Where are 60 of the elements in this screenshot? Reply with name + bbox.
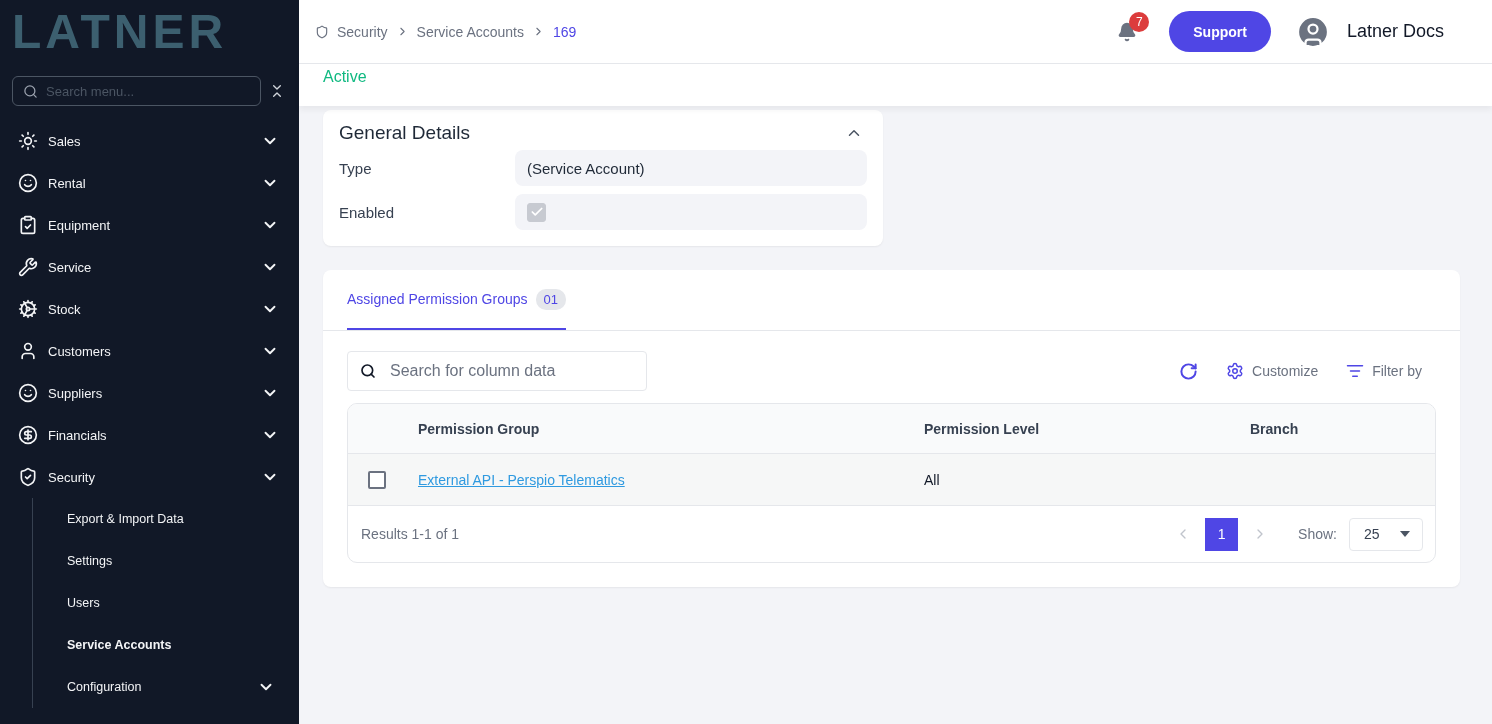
sidebar-item[interactable]: Equipment: [12, 204, 285, 246]
sidebar-item[interactable]: Rental: [12, 162, 285, 204]
field-label: Type: [339, 159, 373, 177]
settings-icon: [1226, 362, 1245, 380]
checkbox[interactable]: [527, 202, 546, 222]
breadcrumb-link[interactable]: Security: [337, 23, 388, 40]
shield-icon: [315, 24, 329, 39]
dollar-icon: [18, 425, 38, 445]
sidebar-subitem[interactable]: Users: [33, 582, 285, 624]
results-text: Results 1-1 of 1: [361, 526, 460, 542]
cog-icon: [18, 299, 38, 319]
notification-icon[interactable]: [1117, 21, 1138, 42]
notification-badge: 7: [1129, 11, 1150, 32]
column-header: Permission Level: [924, 404, 1250, 454]
sidebar-subitem[interactable]: Export & Import Data: [33, 498, 285, 540]
field-label: Enabled: [339, 203, 396, 221]
breadcrumb-link[interactable]: 169: [552, 23, 577, 40]
status-text: Active: [323, 68, 367, 85]
sidebar-item[interactable]: Customers: [12, 330, 285, 372]
page-button[interactable]: 1: [1205, 517, 1239, 551]
card-title: General Details: [339, 122, 470, 144]
sidebar-subitem[interactable]: Configuration: [33, 666, 285, 708]
caret-icon: [1400, 531, 1410, 537]
sidebar-item[interactable]: Service: [12, 246, 285, 288]
table-cell: All: [924, 454, 1250, 506]
wrench-icon: [18, 257, 38, 277]
sidebar-item[interactable]: Financials: [12, 414, 285, 456]
show-label: Show:: [1298, 526, 1337, 542]
search-icon: [23, 83, 38, 99]
toolbar-button[interactable]: Filter by: [1346, 362, 1422, 380]
toolbar-button[interactable]: Customize: [1226, 362, 1319, 380]
user-icon: [18, 341, 38, 361]
field-value: (Service Account): [515, 150, 867, 186]
shield-icon: [18, 467, 38, 487]
sidebar-subitem[interactable]: Settings: [33, 540, 285, 582]
support-button[interactable]: Support: [1169, 11, 1271, 52]
breadcrumb-link[interactable]: Service Accounts: [416, 23, 524, 40]
column-header: Branch: [1250, 404, 1435, 454]
search-icon: [360, 363, 376, 379]
user-name: Latner Docs: [1346, 21, 1444, 42]
sidebar-item[interactable]: Stock: [12, 288, 285, 330]
sidebar-item[interactable]: Sales: [12, 120, 285, 162]
count-badge: 01: [535, 288, 566, 310]
smile-icon: [18, 383, 38, 403]
column-header: Permission Group: [418, 404, 924, 454]
refresh-button[interactable]: [1179, 361, 1199, 381]
check-icon: [529, 205, 544, 219]
sidebar-item[interactable]: Security: [12, 456, 285, 498]
search-field[interactable]: Search for column data: [347, 351, 647, 391]
clipboard-check-icon: [18, 215, 38, 235]
tab-label: Assigned Permission Groups: [347, 291, 528, 307]
sun-icon: [18, 131, 38, 151]
page-size-select[interactable]: 25: [1349, 517, 1423, 551]
sidebar-item[interactable]: Suppliers: [12, 372, 285, 414]
filter-icon: [1346, 362, 1365, 380]
sidebar-subitem[interactable]: Service Accounts: [33, 624, 285, 666]
smile-icon: [18, 173, 38, 193]
row-checkbox[interactable]: [368, 470, 386, 489]
logo: LATNER: [12, 4, 229, 60]
tab[interactable]: Assigned Permission Groups 01: [347, 270, 566, 330]
